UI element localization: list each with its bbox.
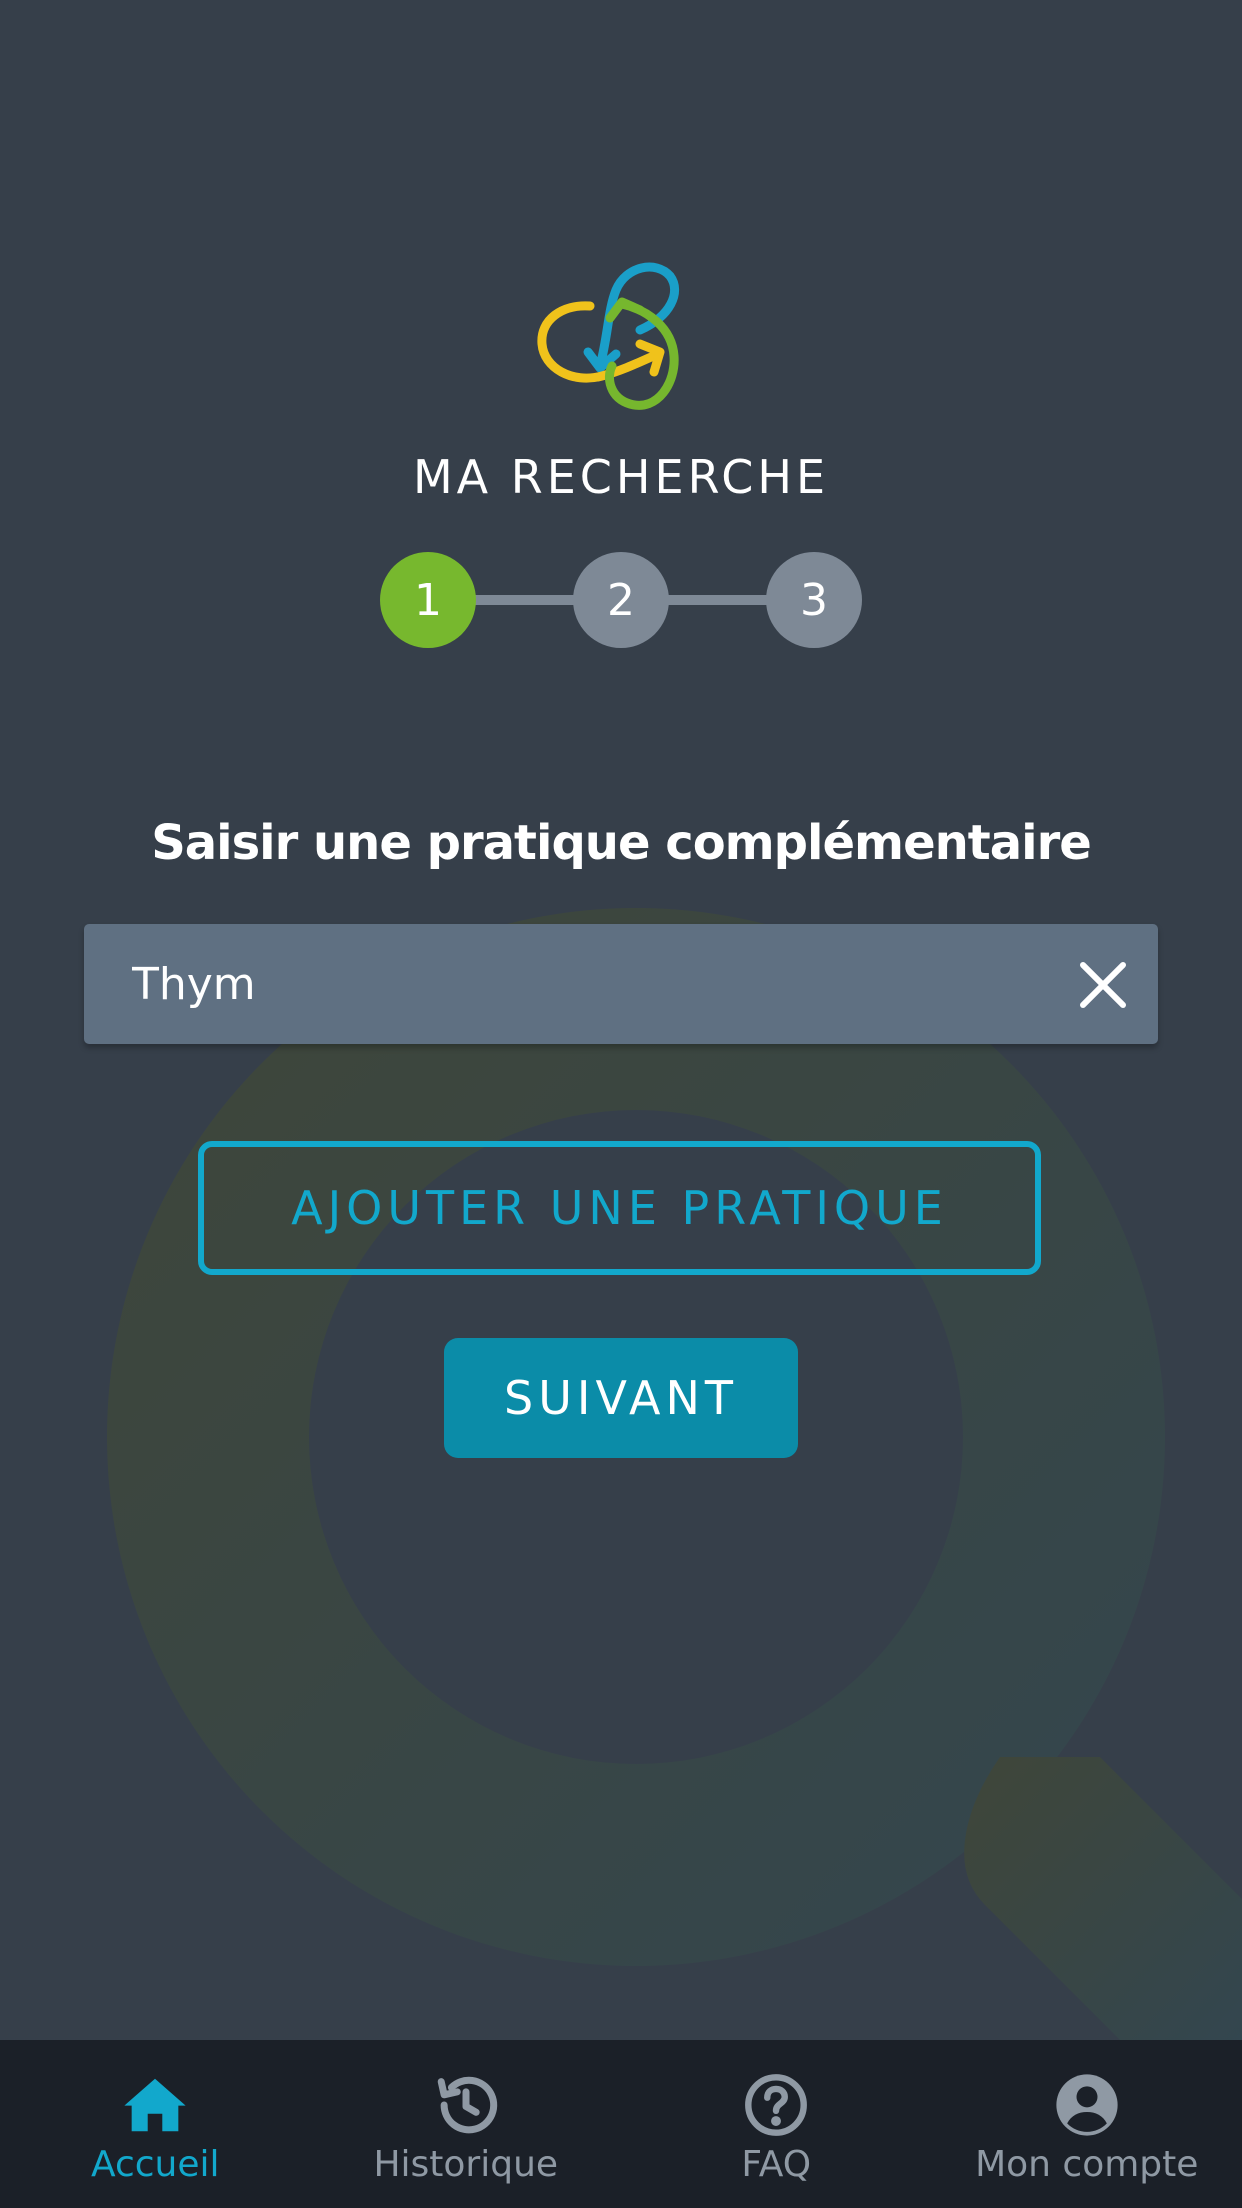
tab-label-accueil: Accueil bbox=[90, 2144, 220, 2185]
tab-label-mon-compte: Mon compte bbox=[975, 2144, 1199, 2185]
tab-label-historique: Historique bbox=[373, 2144, 559, 2185]
progress-stepper: 1 2 3 bbox=[380, 552, 862, 648]
bottom-tab-bar: Accueil Historique FAQ Mon compte bbox=[0, 2040, 1242, 2208]
step-1: 1 bbox=[380, 552, 476, 648]
practice-input[interactable] bbox=[132, 924, 1032, 1044]
circular-arrows-logo-icon bbox=[537, 262, 680, 410]
step-3: 3 bbox=[766, 552, 862, 648]
add-practice-button[interactable]: AJOUTER UNE PRATIQUE bbox=[198, 1141, 1041, 1275]
page-heading: Saisir une pratique complémentaire bbox=[151, 815, 1092, 871]
tab-faq[interactable]: FAQ bbox=[621, 2040, 932, 2208]
account-circle-icon bbox=[1056, 2074, 1118, 2136]
tab-label-faq: FAQ bbox=[741, 2144, 812, 2185]
home-icon bbox=[124, 2078, 186, 2132]
tab-historique[interactable]: Historique bbox=[311, 2040, 622, 2208]
brand-title: MA RECHERCHE bbox=[412, 450, 830, 504]
tab-mon-compte[interactable]: Mon compte bbox=[932, 2040, 1242, 2208]
tab-accueil[interactable]: Accueil bbox=[0, 2040, 311, 2208]
step-2: 2 bbox=[573, 552, 669, 648]
close-icon[interactable] bbox=[1078, 960, 1128, 1010]
next-button[interactable]: SUIVANT bbox=[444, 1338, 798, 1458]
history-icon bbox=[437, 2076, 497, 2134]
practice-input-container bbox=[84, 924, 1158, 1044]
help-circle-icon bbox=[745, 2074, 808, 2136]
